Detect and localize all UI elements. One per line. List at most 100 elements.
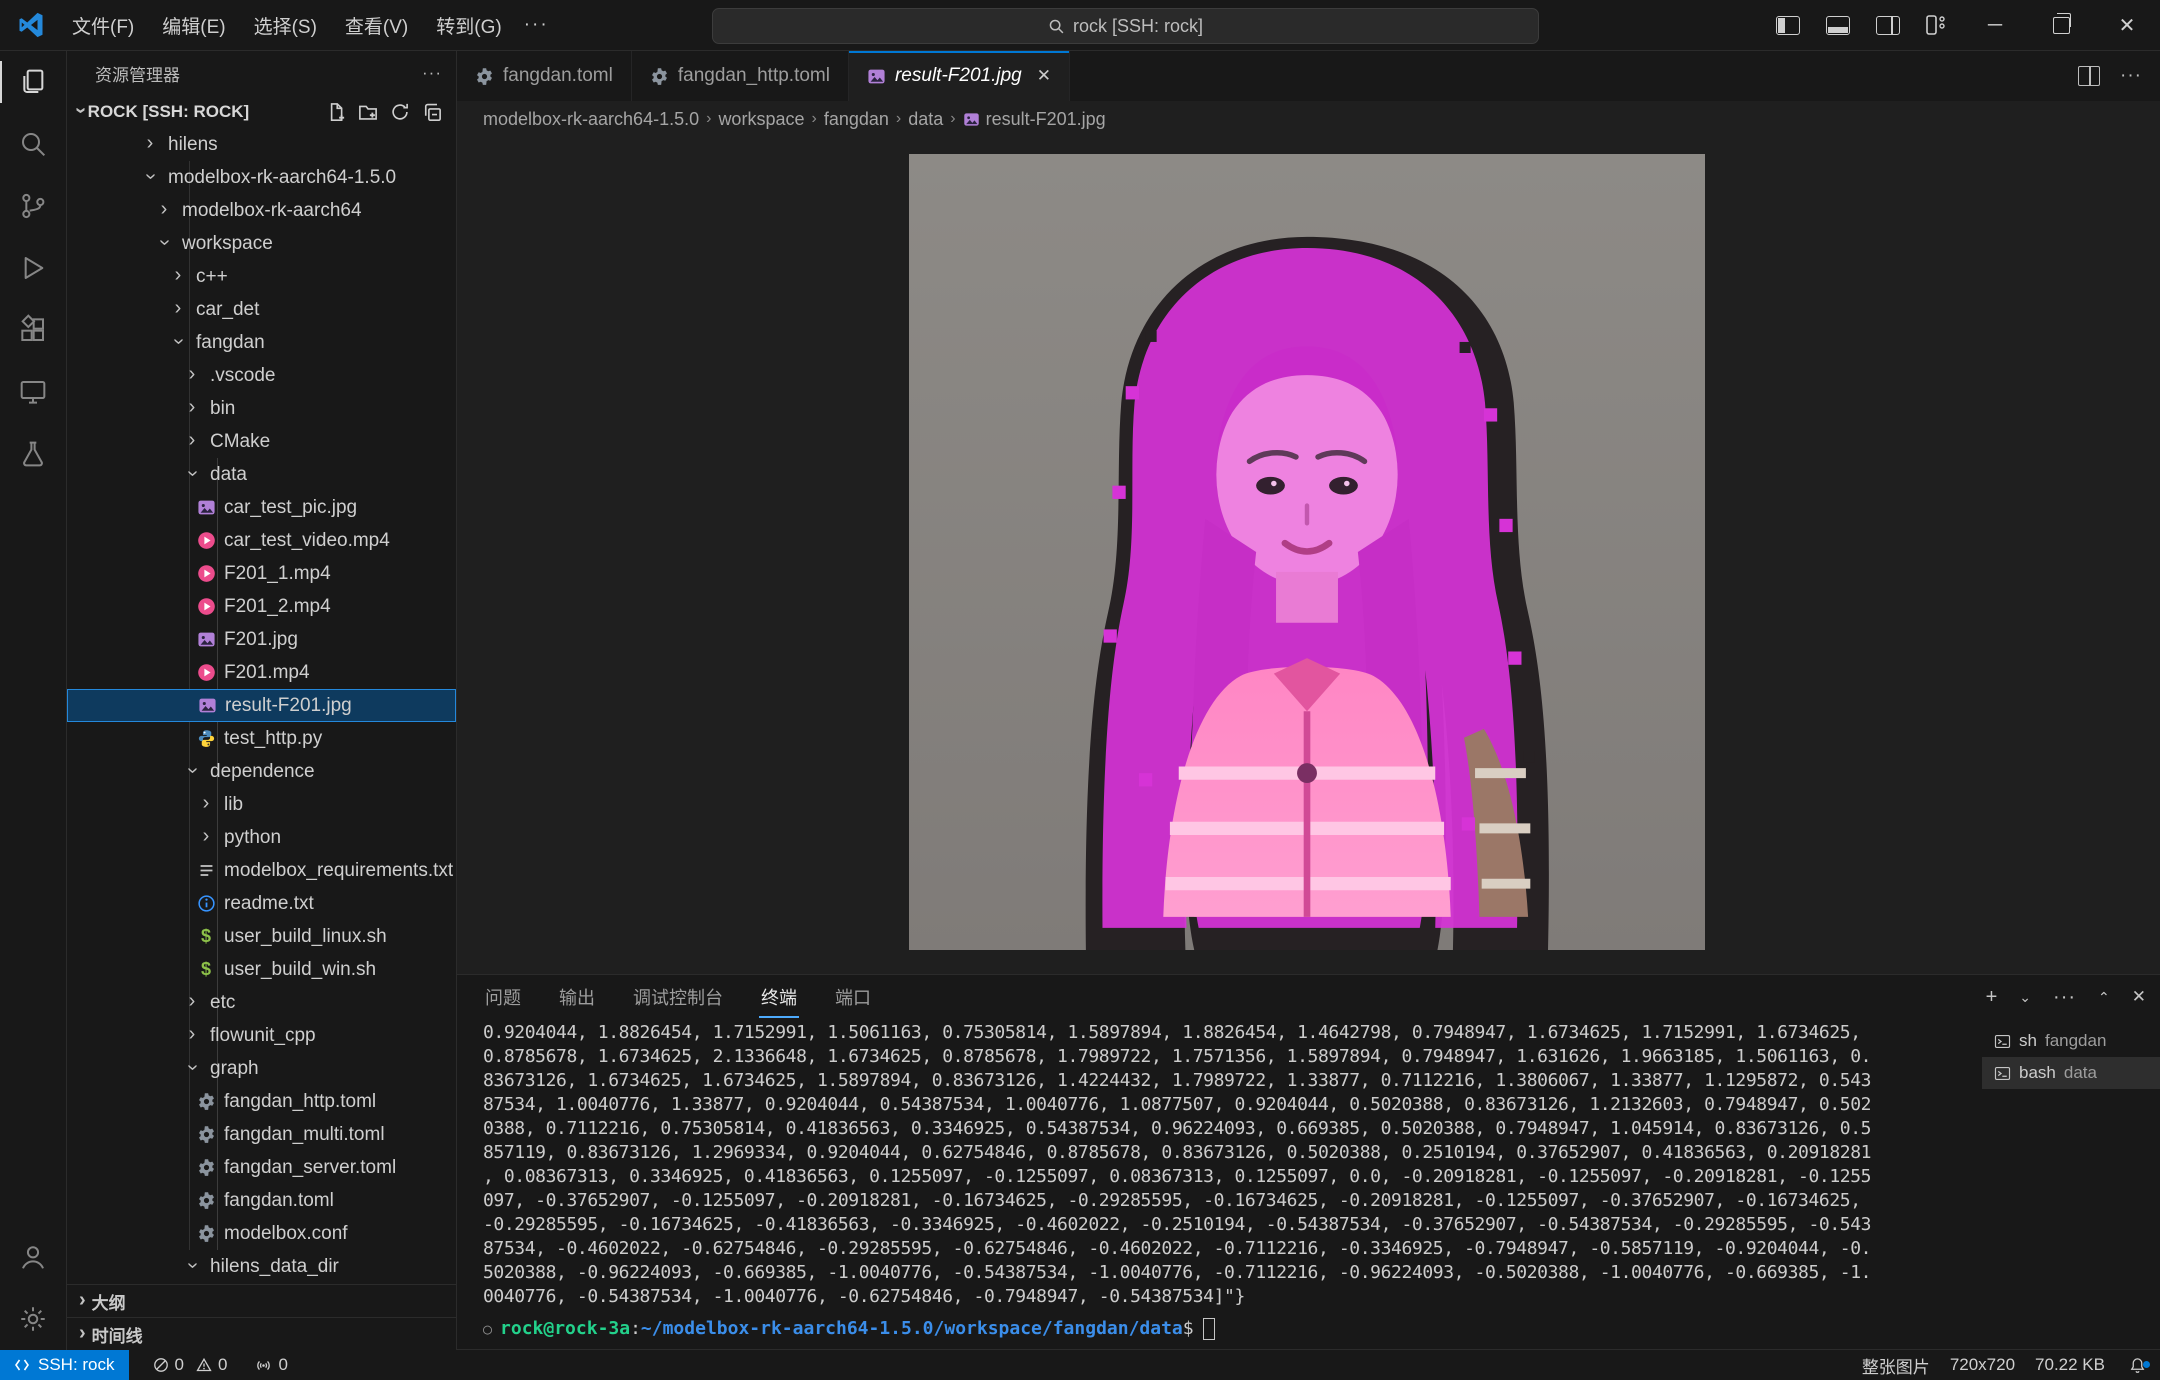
tree-folder-row[interactable]: ›CMake [67, 425, 456, 458]
breadcrumb-item[interactable]: workspace [718, 109, 804, 130]
panel-tab[interactable]: 问题 [483, 974, 523, 1020]
tree-file-row[interactable]: $user_build_win.sh [67, 953, 456, 986]
tree-folder-row[interactable]: ›etc [67, 986, 456, 1019]
tree-file-row[interactable]: fangdan_server.toml [67, 1151, 456, 1184]
activity-run-debug-icon[interactable] [0, 237, 66, 299]
editor-tab[interactable]: result-F201.jpg✕ [849, 51, 1070, 101]
tree-file-row[interactable]: fangdan_multi.toml [67, 1118, 456, 1151]
toggle-panel-icon[interactable] [1826, 16, 1850, 35]
split-editor-icon[interactable] [2078, 66, 2100, 86]
tree-file-row[interactable]: fangdan_http.toml [67, 1085, 456, 1118]
workspace-root-row[interactable]: › ROCK [SSH: ROCK] [67, 95, 456, 128]
activity-search-icon[interactable] [0, 113, 66, 175]
panel-tab[interactable]: 端口 [833, 974, 873, 1020]
refresh-icon[interactable] [390, 102, 410, 122]
settings-gear-icon[interactable] [0, 1288, 66, 1350]
tree-folder-row[interactable]: ›dependence [67, 755, 456, 788]
tree-file-row[interactable]: $user_build_linux.sh [67, 920, 456, 953]
timeline-section[interactable]: › 时间线 [67, 1317, 456, 1350]
tree-folder-row[interactable]: ›bin [67, 392, 456, 425]
close-button[interactable]: ✕ [2094, 0, 2160, 50]
panel-tab[interactable]: 调试控制台 [631, 974, 725, 1020]
maximize-panel-icon[interactable]: ⌃ [2098, 989, 2110, 1006]
tree-file-row[interactable]: readme.txt [67, 887, 456, 920]
terminal-instance[interactable]: bashdata [1982, 1057, 2160, 1089]
menu-item[interactable]: 选择(S) [242, 7, 329, 44]
menu-item[interactable]: 转到(G) [424, 7, 513, 44]
activity-extensions-icon[interactable] [0, 299, 66, 361]
tree-folder-row[interactable]: ›car_det [67, 293, 456, 326]
activity-source-control-icon[interactable] [0, 175, 66, 237]
minimize-button[interactable]: ─ [1962, 0, 2028, 50]
menu-overflow-button[interactable]: ··· [514, 9, 559, 41]
tree-file-row[interactable]: modelbox_requirements.txt [67, 854, 456, 887]
image-mode-indicator[interactable]: 整张图片 [1852, 1350, 1940, 1380]
tree-folder-row[interactable]: ›modelbox-rk-aarch64-1.5.0 [67, 161, 456, 194]
problems-indicator[interactable]: 0 0 [143, 1350, 238, 1380]
activity-explorer-icon[interactable] [0, 51, 66, 113]
editor-tab[interactable]: fangdan_http.toml [632, 51, 849, 101]
toggle-primary-sidebar-icon[interactable] [1776, 16, 1800, 35]
collapse-all-icon[interactable] [422, 102, 442, 122]
tree-file-row[interactable]: fangdan.toml [67, 1184, 456, 1217]
tree-folder-row[interactable]: ›c++ [67, 260, 456, 293]
breadcrumb-item[interactable]: fangdan [824, 109, 889, 130]
tab-close-icon[interactable]: ✕ [1037, 66, 1051, 86]
menu-item[interactable]: 编辑(E) [150, 7, 237, 44]
image-preview-editor[interactable] [457, 137, 2160, 975]
tree-file-row[interactable]: F201_1.mp4 [67, 557, 456, 590]
panel-tab[interactable]: 终端 [759, 974, 799, 1020]
customize-layout-icon[interactable] [1926, 15, 1950, 35]
tree-folder-row[interactable]: ›hilens_data_dir [67, 1250, 456, 1283]
new-terminal-icon[interactable]: + [1986, 986, 1998, 1009]
new-file-icon[interactable] [326, 102, 346, 122]
terminal-output[interactable]: 0.9204044, 1.8826454, 1.7152991, 1.50611… [457, 1019, 1982, 1350]
ports-indicator[interactable]: 0 [245, 1350, 297, 1380]
tree-folder-row[interactable]: ›workspace [67, 227, 456, 260]
file-size-indicator[interactable]: 70.22 KB [2025, 1350, 2115, 1380]
tree-folder-row[interactable]: ›data [67, 458, 456, 491]
tree-file-row[interactable]: test_http.py [67, 722, 456, 755]
activity-remote-explorer-icon[interactable] [0, 361, 66, 423]
tree-folder-row[interactable]: ›lib [67, 788, 456, 821]
outline-section[interactable]: › 大纲 [67, 1284, 456, 1317]
restore-button[interactable] [2028, 0, 2094, 50]
tree-file-row[interactable]: modelbox.conf [67, 1217, 456, 1250]
close-panel-icon[interactable]: ✕ [2132, 987, 2146, 1007]
menu-item[interactable]: 文件(F) [60, 7, 146, 44]
toggle-secondary-sidebar-icon[interactable] [1876, 16, 1900, 35]
tree-file-row[interactable]: F201_2.mp4 [67, 590, 456, 623]
tree-file-row[interactable]: result-F201.jpg [67, 689, 456, 722]
tree-folder-row[interactable]: ›flowunit_cpp [67, 1019, 456, 1052]
tree-file-row[interactable]: car_test_video.mp4 [67, 524, 456, 557]
breadcrumb-item[interactable]: data [908, 109, 943, 130]
tree-folder-row[interactable]: ›fangdan [67, 326, 456, 359]
breadcrumb-item[interactable]: result-F201.jpg [963, 109, 1106, 130]
remote-indicator[interactable]: SSH: rock [0, 1350, 129, 1380]
terminal-line: 857119, 0.83673126, 1.2969334, 0.9204044… [483, 1141, 1976, 1165]
editor-tab[interactable]: fangdan.toml [457, 51, 632, 101]
panel-more-actions-icon[interactable]: ··· [2053, 986, 2076, 1009]
panel-tab[interactable]: 输出 [557, 974, 597, 1020]
activity-testing-icon[interactable] [0, 423, 66, 485]
tree-folder-row[interactable]: ›python [67, 821, 456, 854]
tree-file-row[interactable]: F201.jpg [67, 623, 456, 656]
tree-item-label: fangdan_http.toml [224, 1091, 376, 1113]
tree-folder-row[interactable]: ›.vscode [67, 359, 456, 392]
menu-item[interactable]: 查看(V) [333, 7, 420, 44]
command-center-search[interactable]: rock [SSH: rock] [712, 8, 1539, 44]
tree-folder-row[interactable]: ›graph [67, 1052, 456, 1085]
new-folder-icon[interactable] [358, 102, 378, 122]
editor-more-actions-icon[interactable]: ··· [2120, 65, 2142, 87]
breadcrumb-item[interactable]: modelbox-rk-aarch64-1.5.0 [483, 109, 699, 130]
notifications-bell[interactable] [2115, 1357, 2160, 1374]
accounts-icon[interactable] [0, 1226, 66, 1288]
tree-file-row[interactable]: car_test_pic.jpg [67, 491, 456, 524]
image-dimensions-indicator[interactable]: 720x720 [1940, 1350, 2025, 1380]
terminal-instance[interactable]: shfangdan [1982, 1025, 2160, 1057]
tree-file-row[interactable]: F201.mp4 [67, 656, 456, 689]
sidebar-more-actions-icon[interactable]: ··· [422, 63, 442, 83]
terminal-profile-dropdown-icon[interactable]: ⌄ [2019, 989, 2031, 1006]
tree-folder-row[interactable]: ›hilens [67, 128, 456, 161]
tree-folder-row[interactable]: ›modelbox-rk-aarch64 [67, 194, 456, 227]
